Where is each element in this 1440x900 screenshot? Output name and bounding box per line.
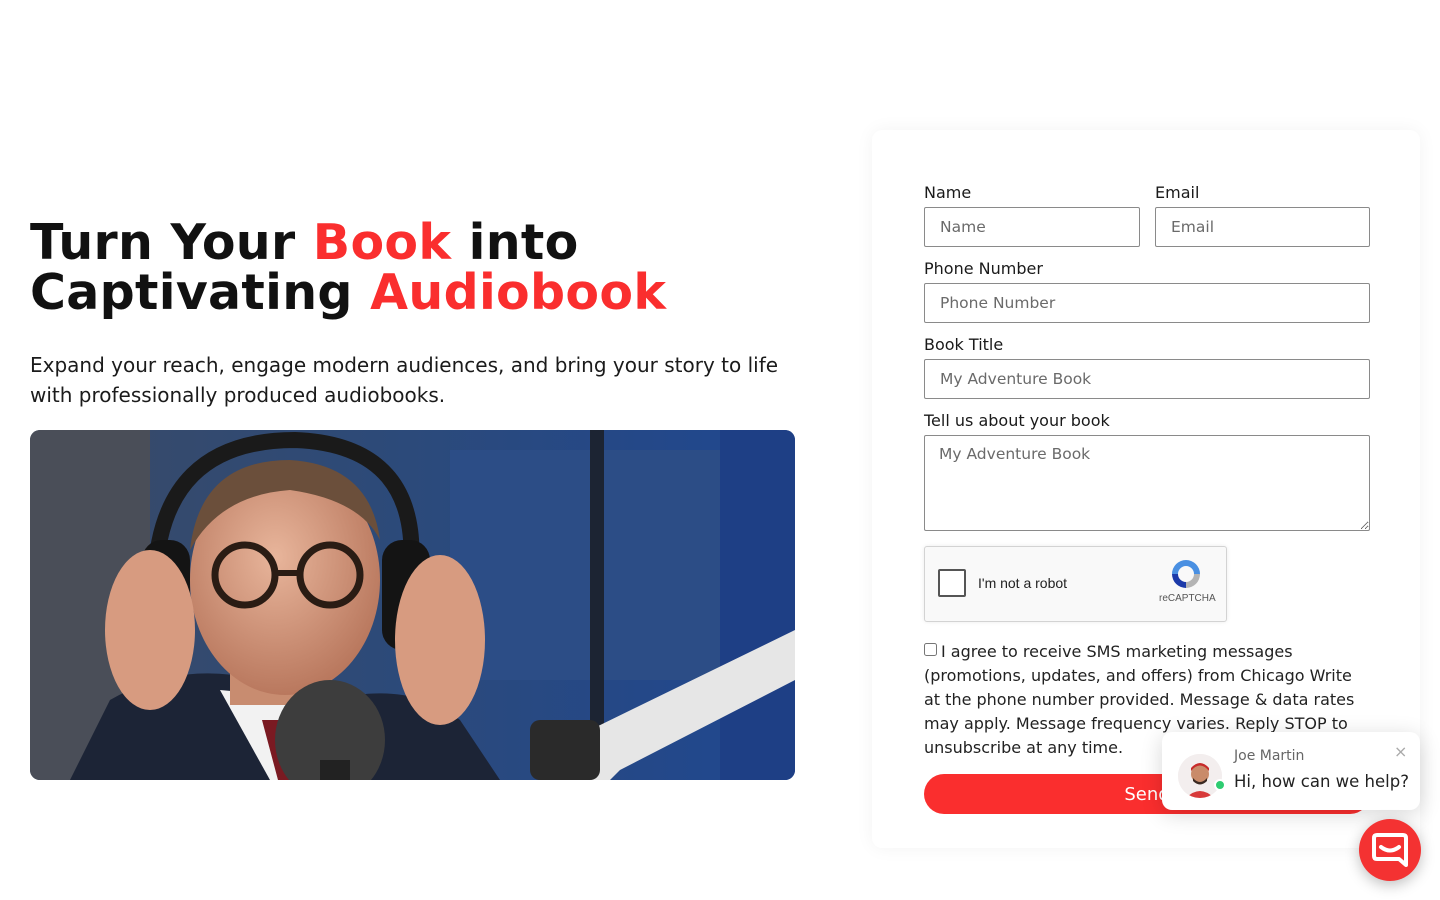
- recaptcha-label: I'm not a robot: [978, 575, 1068, 591]
- chat-greeting-popup[interactable]: Joe Martin Hi, how can we help? ×: [1162, 732, 1420, 810]
- hero-title-accent-book: Book: [312, 214, 452, 271]
- online-status-dot: [1214, 779, 1226, 791]
- hero-title-accent-audiobook: Audiobook: [370, 264, 667, 321]
- agent-avatar-illustration: [1178, 754, 1222, 798]
- recaptcha-brand: reCAPTCHA: [1159, 593, 1216, 604]
- recaptcha-checkbox[interactable]: [938, 569, 966, 597]
- book-title-label: Book Title: [924, 335, 1004, 354]
- sms-consent-checkbox[interactable]: [924, 643, 937, 656]
- hero-title-part1: Turn Your: [30, 214, 313, 271]
- close-icon[interactable]: ×: [1394, 742, 1407, 761]
- phone-input[interactable]: [924, 283, 1370, 323]
- chat-bubble-icon: [1372, 833, 1408, 867]
- hero-title: Turn Your Book into Captivating Audioboo…: [30, 218, 810, 318]
- recaptcha-icon: [1172, 560, 1200, 588]
- name-label: Name: [924, 183, 972, 202]
- hero-title-part2: into: [451, 214, 579, 271]
- about-book-textarea[interactable]: [924, 435, 1370, 531]
- email-label: Email: [1155, 183, 1200, 202]
- about-book-label: Tell us about your book: [924, 411, 1110, 430]
- email-input[interactable]: [1155, 207, 1370, 247]
- chat-greeting-message: Hi, how can we help?: [1234, 772, 1409, 791]
- name-input[interactable]: [924, 207, 1140, 247]
- agent-avatar: [1178, 754, 1222, 798]
- phone-label: Phone Number: [924, 259, 1043, 278]
- narrator-illustration: [30, 430, 795, 780]
- book-title-input[interactable]: [924, 359, 1370, 399]
- hero-subtitle: Expand your reach, engage modern audienc…: [30, 353, 779, 407]
- agent-name: Joe Martin: [1234, 748, 1305, 764]
- narrator-photo: [30, 430, 795, 780]
- hero-title-part3: Captivating: [30, 264, 371, 321]
- chat-launcher-button[interactable]: [1359, 819, 1421, 881]
- recaptcha-widget: I'm not a robot reCAPTCHA: [924, 546, 1227, 622]
